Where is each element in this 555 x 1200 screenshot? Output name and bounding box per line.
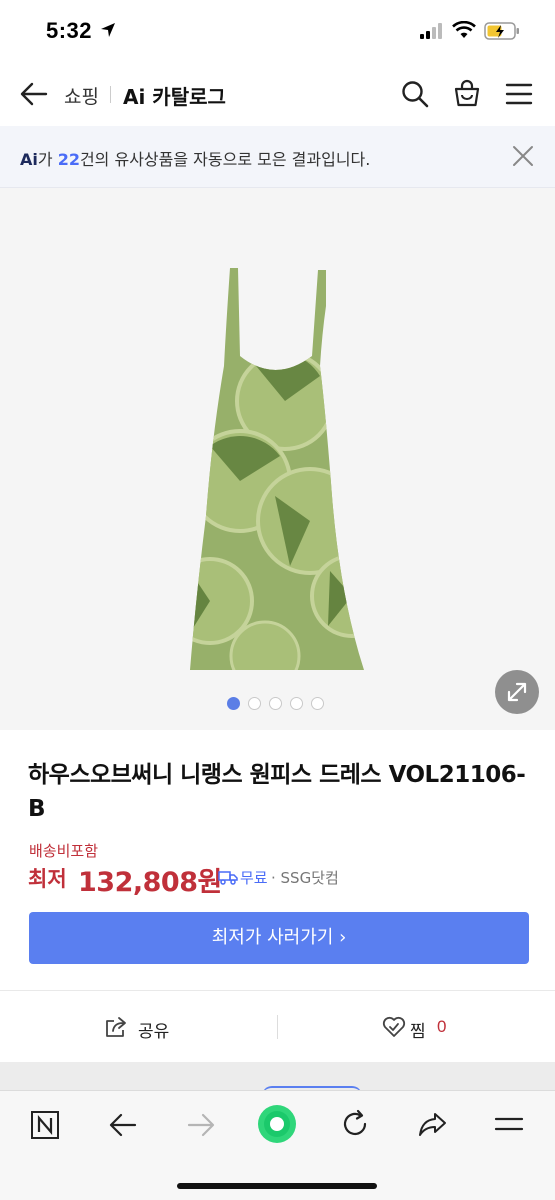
heart-check-icon — [382, 1016, 406, 1037]
share-icon — [106, 1017, 126, 1037]
status-bar: 5:32 — [0, 0, 555, 62]
ai-banner-prefix: 가 — [37, 150, 58, 169]
ai-logo: Ai — [20, 150, 38, 169]
gallery-dot[interactable] — [227, 697, 240, 710]
like-button[interactable]: 찜 0 — [382, 1015, 462, 1042]
ai-result-banner: Ai가 22건의 유사상품을 자동으로 모은 결과입니다. — [0, 126, 555, 188]
gallery-dot[interactable] — [311, 697, 324, 710]
browser-forward-icon[interactable] — [186, 1111, 216, 1144]
seller-name: · SSG닷컴 — [271, 869, 339, 887]
section-separator — [0, 1062, 555, 1090]
gallery-pagination-dots[interactable] — [227, 697, 324, 710]
shopping-link[interactable]: 쇼핑 — [64, 82, 99, 109]
like-label: 찜 — [410, 1022, 426, 1042]
cellular-signal-icon — [420, 23, 446, 44]
gallery-dot[interactable] — [269, 697, 282, 710]
search-icon[interactable] — [400, 79, 430, 114]
nav-divider — [110, 86, 111, 103]
ai-result-count: 22 — [57, 150, 80, 169]
location-arrow-icon — [100, 22, 116, 43]
green-dot-search-icon[interactable] — [257, 1104, 297, 1149]
expand-arrows-icon — [507, 682, 527, 702]
action-row: 공유 찜 0 — [0, 990, 555, 1062]
buy-lowest-price-button[interactable]: 최저가 사러가기 › — [29, 912, 529, 964]
shopping-bag-icon[interactable] — [452, 78, 482, 113]
free-shipping-label: 무료 — [240, 869, 268, 887]
share-label: 공유 — [138, 1022, 170, 1042]
refresh-icon[interactable] — [340, 1109, 370, 1144]
status-time: 5:32 — [46, 18, 93, 43]
expand-image-button[interactable] — [495, 670, 539, 714]
lowest-price-label: 최저 — [28, 867, 67, 891]
shipping-included-note: 배송비포함 — [29, 842, 99, 860]
hamburger-menu-icon[interactable] — [505, 82, 533, 111]
like-count: 0 — [437, 1017, 447, 1036]
product-image-gallery[interactable] — [0, 188, 555, 730]
browser-menu-icon[interactable] — [494, 1113, 524, 1140]
share-arrow-icon[interactable] — [417, 1110, 447, 1143]
home-indicator — [177, 1183, 377, 1189]
gallery-dot[interactable] — [290, 697, 303, 710]
back-arrow-icon[interactable] — [18, 78, 50, 110]
battery-icon — [484, 21, 520, 46]
wifi-icon — [452, 20, 476, 44]
ai-banner-suffix: 건의 유사상품을 자동으로 모은 결과입니다. — [79, 150, 371, 169]
page-title: Ai 카탈로그 — [123, 85, 226, 109]
naver-home-icon[interactable] — [30, 1110, 60, 1145]
delivery-truck-icon — [218, 869, 238, 890]
top-navigation: 쇼핑 Ai 카탈로그 — [0, 62, 555, 126]
browser-back-icon[interactable] — [108, 1111, 138, 1144]
product-title: 하우스오브써니 니랭스 원피스 드레스 VOL21106-B — [28, 762, 526, 822]
ai-banner-text: Ai가 22건의 유사상품을 자동으로 모은 결과입니다. — [20, 146, 370, 170]
price-value: 132,808원 — [78, 867, 222, 898]
action-divider — [277, 1015, 278, 1039]
close-icon[interactable] — [512, 145, 534, 172]
product-dress-image — [190, 268, 364, 670]
gallery-dot[interactable] — [248, 697, 261, 710]
